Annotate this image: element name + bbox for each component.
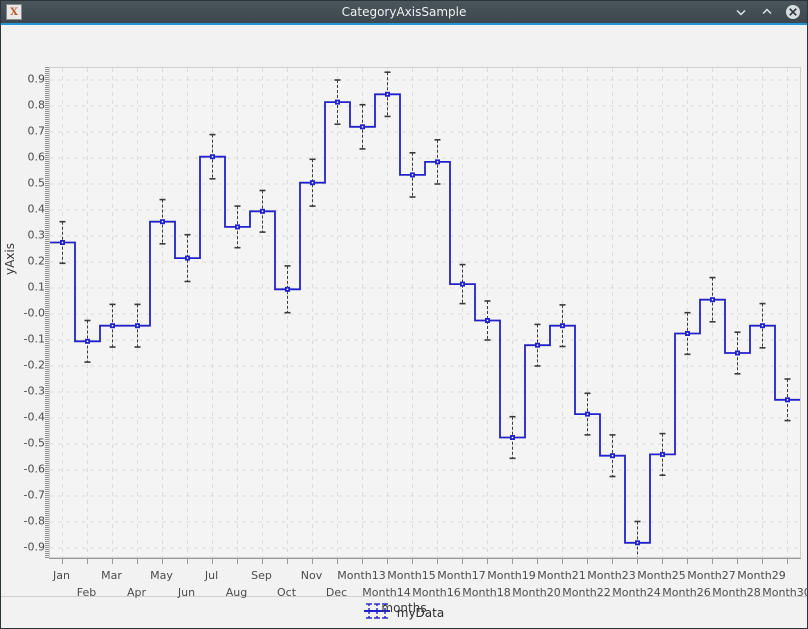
y-axis-tick-label: -0.4 [23,410,45,424]
application-icon: X [6,4,22,20]
y-axis-tick-label: -0.1 [23,332,45,346]
x-axis-tick [86,559,88,564]
y-axis-tick-label: 0.3 [27,228,46,242]
x-axis-tick [461,559,463,564]
x-axis-tick-label: Month20 [512,586,561,599]
y-axis-tick-label: -0.6 [23,462,45,476]
y-axis-tick-label: -0.7 [23,488,45,502]
x-axis-tick [611,559,613,564]
x-axis-tick [186,559,188,564]
x-axis-tick-label: Aug [225,586,248,599]
x-axis-tick [586,559,588,564]
y-axis-tick-label: -0.3 [23,384,45,398]
plot-canvas [49,67,801,558]
window-title: CategoryAxisSample [341,5,467,19]
x-axis-tick [161,559,163,564]
x-axis-tick [561,559,563,564]
x-axis-tick [336,559,338,564]
x-axis-tick-label: Month22 [562,586,611,599]
x-axis-tick-label: Month17 [437,569,486,582]
y-axis-ticks: 0.9 0.8 0.7 0.6 0.5 0.4 0.3 0.2 0.1 -0.0 -0.1 -0.2 -… [1,25,45,600]
x-axis-tick [686,559,688,564]
x-axis-tick-label: Oct [276,586,297,599]
x-axis-label: months [381,601,427,615]
x-axis-tick-label: Month28 [712,586,761,599]
x-axis-tick-label: Feb [76,586,97,599]
x-axis-tick [736,559,738,564]
x-axis-tick [536,559,538,564]
x-axis-tick-label: May [150,569,173,582]
x-axis-tick-label: Month27 [687,569,736,582]
x-axis-tick [111,559,113,564]
x-axis-tick-label: Jun [177,586,196,599]
close-button[interactable] [785,4,801,20]
y-axis-tick-label: -0.9 [23,540,45,554]
x-axis-tick [236,559,238,564]
y-axis-tick-label: -0.8 [23,514,45,528]
window-controls [733,4,801,20]
x-axis-tick-label: Mar [101,569,122,582]
x-axis-tick [386,559,388,564]
x-axis-tick-label: Nov [300,569,323,582]
x-axis-tick-label: Month13 [337,569,386,582]
x-axis-tick [486,559,488,564]
y-axis-tick-label: 0.5 [27,176,46,190]
x-axis-tick [636,559,638,564]
x-axis-tick [761,559,763,564]
y-axis-tick-label: 0.7 [27,124,46,138]
x-axis-tick [361,559,363,564]
x-axis-tick-label: Month30 [762,586,808,599]
title-bar: X CategoryAxisSample [1,1,807,25]
y-axis-tick-label: 0.6 [27,150,46,164]
x-axis-tick [286,559,288,564]
y-axis-tick-label: 0.4 [27,202,46,216]
x-axis-tick-label: Month26 [662,586,711,599]
x-axis-tick-label: Month14 [362,586,411,599]
x-axis-tick [311,559,313,564]
x-axis-tick [436,559,438,564]
x-axis-tick-label: Jan [53,569,70,582]
x-axis-tick [511,559,513,564]
y-axis-tick-label: -0.5 [23,436,45,450]
x-axis-tick [211,559,213,564]
maximize-button[interactable] [759,4,775,20]
x-axis-tick-label: Dec [325,586,348,599]
x-axis-tick [711,559,713,564]
minimize-button[interactable] [733,4,749,20]
y-axis-tick-label: -0.0 [23,306,45,320]
application-window: X CategoryAxisSample yAxis 0.9 0.8 0.7 0.6 0… [0,0,808,629]
y-axis-tick-label: -0.2 [23,358,45,372]
x-axis-tick-label: Month18 [462,586,511,599]
x-axis-tick-label: Month23 [587,569,636,582]
x-axis-tick [261,559,263,564]
y-axis-tick-label: 0.8 [27,98,46,112]
x-axis-tick-label: Month29 [737,569,786,582]
y-axis-tick-label: 0.1 [27,280,46,294]
x-axis-tick [786,559,788,564]
x-axis-tick-label: Jul [204,569,219,582]
x-axis-tick [661,559,663,564]
x-axis-tick-label: Month15 [387,569,436,582]
x-axis-tick-label: Month25 [637,569,686,582]
chart-area: yAxis 0.9 0.8 0.7 0.6 0.5 0.4 0.3 0.2 0.1 -0.0 -0.… [1,25,808,615]
x-axis-tick [136,559,138,564]
x-axis-tick-label: Apr [126,586,147,599]
x-axis-tick-label: Month19 [487,569,536,582]
x-axis-tick-label: Month16 [412,586,461,599]
y-axis-tick-label: 0.2 [27,254,46,268]
x-axis-tick-label: Month24 [612,586,661,599]
x-axis-tick-label: Month21 [537,569,586,582]
series-plot [50,68,800,557]
x-axis-tick-label: Sep [251,569,272,582]
x-axis-tick [411,559,413,564]
y-axis-tick-label: 0.9 [27,72,46,86]
x-axis-tick [61,559,63,564]
